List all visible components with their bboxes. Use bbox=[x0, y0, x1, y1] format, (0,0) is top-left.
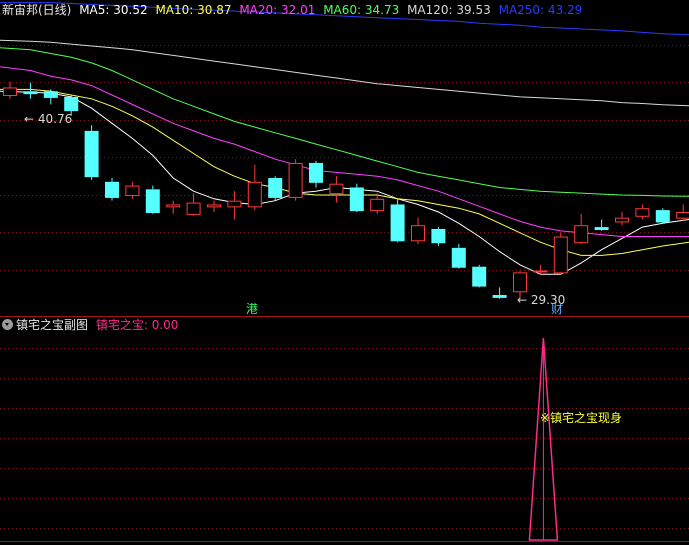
candle-body bbox=[84, 130, 99, 178]
candle-body bbox=[227, 200, 242, 208]
candle[interactable] bbox=[676, 204, 689, 222]
candle[interactable] bbox=[288, 159, 303, 201]
ma120-line bbox=[0, 39, 689, 107]
ma5-line bbox=[0, 90, 689, 275]
signal-text: ※镇宅之宝现身 bbox=[540, 411, 623, 425]
candle[interactable] bbox=[186, 193, 201, 216]
candle[interactable] bbox=[390, 198, 405, 243]
candle-body bbox=[676, 212, 689, 219]
candle-body bbox=[3, 87, 17, 97]
candle[interactable] bbox=[329, 176, 344, 203]
candle[interactable] bbox=[411, 217, 425, 245]
candle[interactable] bbox=[145, 185, 160, 214]
candle[interactable] bbox=[349, 183, 364, 212]
high-price-label: ← 40.76 bbox=[24, 112, 73, 126]
candle-body bbox=[125, 185, 140, 197]
candle-body bbox=[64, 96, 79, 112]
candle[interactable] bbox=[553, 232, 568, 275]
candle-body bbox=[166, 204, 181, 208]
candle-body bbox=[553, 236, 568, 274]
candle[interactable] bbox=[247, 164, 262, 211]
candle-body bbox=[533, 270, 548, 273]
candle-body bbox=[43, 91, 58, 98]
candle-body bbox=[349, 187, 364, 212]
candle[interactable] bbox=[451, 244, 466, 269]
candle-body bbox=[288, 162, 303, 198]
candle-body bbox=[492, 295, 507, 298]
candle-body bbox=[268, 178, 283, 198]
candle[interactable] bbox=[594, 219, 609, 231]
candle-body bbox=[615, 217, 629, 223]
main-chart-title: 新宙邦(日线) bbox=[2, 3, 72, 17]
event-marker-hk[interactable]: 港 bbox=[246, 302, 258, 316]
candle[interactable] bbox=[43, 89, 58, 105]
chart-canvas[interactable] bbox=[0, 0, 689, 545]
candle-body bbox=[186, 202, 201, 215]
candle[interactable] bbox=[492, 287, 507, 299]
candle[interactable] bbox=[635, 204, 650, 220]
candle[interactable] bbox=[268, 176, 283, 201]
candle[interactable] bbox=[125, 181, 140, 199]
candle[interactable] bbox=[309, 161, 323, 188]
main-chart-header: 新宙邦(日线) MA5: 30.52 MA10: 30.87 MA20: 32.… bbox=[2, 3, 586, 17]
candle-body bbox=[105, 181, 119, 198]
ma120-legend: MA120: 39.53 bbox=[407, 3, 491, 17]
candle-body bbox=[594, 227, 609, 230]
candle[interactable] bbox=[655, 208, 670, 224]
candle-body bbox=[655, 210, 670, 223]
candle[interactable] bbox=[105, 178, 119, 201]
candle-body bbox=[472, 266, 487, 287]
candle-body bbox=[574, 225, 589, 244]
candle[interactable] bbox=[472, 264, 487, 288]
candle[interactable] bbox=[431, 227, 446, 246]
candle-body bbox=[329, 183, 344, 195]
sub-chart-title[interactable]: 镇宅之宝副图 bbox=[16, 318, 88, 332]
indicator-value: 镇宅之宝: 0.00 bbox=[95, 318, 179, 332]
indicator-menu-icon[interactable] bbox=[2, 319, 13, 330]
candle[interactable] bbox=[574, 213, 589, 245]
candle-body bbox=[513, 272, 527, 293]
event-marker-finance[interactable]: 财 bbox=[551, 302, 563, 316]
candle-body bbox=[451, 247, 466, 268]
candle-body bbox=[247, 181, 262, 208]
stock-chart-window: { "main_header": { "title": "新宙邦(日线)", "… bbox=[0, 0, 689, 545]
candle-body bbox=[390, 204, 405, 242]
candle[interactable] bbox=[533, 264, 548, 275]
candle[interactable] bbox=[3, 81, 17, 99]
ma10-legend: MA10: 30.87 bbox=[155, 3, 232, 17]
ma250-legend: MA250: 43.29 bbox=[498, 3, 583, 17]
candle[interactable] bbox=[84, 125, 99, 180]
candle-body bbox=[207, 204, 221, 208]
candle-body bbox=[23, 91, 38, 95]
candle[interactable] bbox=[207, 200, 221, 212]
candle[interactable] bbox=[615, 212, 629, 226]
candle-body bbox=[431, 228, 446, 244]
candle-body bbox=[411, 225, 425, 242]
ma20-legend: MA20: 32.01 bbox=[239, 3, 316, 17]
candle[interactable] bbox=[166, 200, 181, 214]
candle-body bbox=[309, 162, 323, 183]
ma5-legend: MA5: 30.52 bbox=[79, 3, 148, 17]
candle[interactable] bbox=[227, 191, 242, 220]
ma60-line bbox=[0, 47, 689, 197]
candle-body bbox=[370, 198, 385, 212]
sub-chart-header: 镇宅之宝副图 镇宅之宝: 0.00 bbox=[2, 318, 178, 332]
candle[interactable] bbox=[23, 82, 38, 99]
candle-body bbox=[145, 189, 160, 213]
ma60-legend: MA60: 34.73 bbox=[323, 3, 400, 17]
candle-body bbox=[635, 208, 650, 217]
